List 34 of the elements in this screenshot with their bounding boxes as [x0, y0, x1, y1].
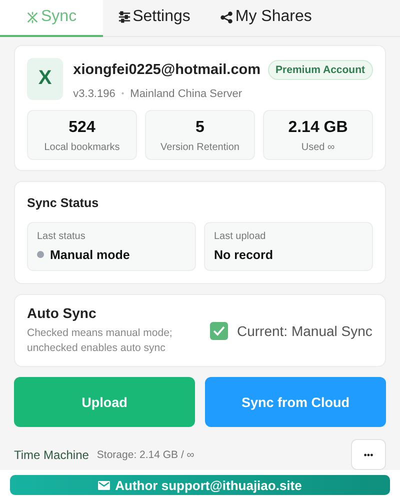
separator-dot: •	[121, 89, 124, 98]
sync-button[interactable]: Sync from Cloud	[205, 377, 386, 427]
upload-button[interactable]: Upload	[14, 377, 195, 427]
share-icon	[220, 10, 234, 24]
avatar: X	[27, 58, 64, 100]
author-link[interactable]: Author support@ithuajiao.site	[10, 475, 390, 495]
version-text: v3.3.196	[73, 88, 116, 100]
stat-value: 5	[196, 118, 204, 136]
account-email: xiongfei0225@hotmail.com	[73, 62, 261, 78]
status-value: Manual mode	[50, 248, 130, 262]
section-title: Sync Status	[27, 196, 99, 210]
status-label: Last upload	[214, 230, 267, 242]
server-text: Mainland China Server	[130, 88, 242, 100]
stat-value: 2.14 GB	[288, 118, 348, 136]
tab[interactable]: Settings	[102, 0, 206, 36]
storage-text: Storage: 2.14 GB / ∞	[96, 448, 196, 460]
sliders-icon	[118, 11, 131, 24]
time-machine-title: Time Machine	[14, 448, 89, 462]
status-value: No record	[214, 248, 274, 262]
stat-label: Used ∞	[301, 142, 335, 152]
stat-label: Version Retention	[160, 142, 240, 152]
mail-icon	[98, 480, 110, 490]
more-button[interactable]: •••	[351, 439, 386, 470]
sparkle-icon	[26, 10, 39, 24]
status-label: Last status	[37, 230, 86, 242]
tab[interactable]: My Shares	[205, 0, 327, 36]
stat-label: Local bookmarks	[44, 142, 120, 152]
checkbox-label: Current: Manual Sync	[237, 322, 372, 339]
section-title: Auto Sync	[27, 304, 96, 320]
checkbox[interactable]	[210, 322, 228, 340]
stat-value: 524	[68, 118, 96, 136]
tab[interactable]: Sync	[0, 0, 103, 36]
auto-sync-description: Checked means manual mode; unchecked enables auto sync	[27, 326, 174, 356]
account-badge: Premium Account	[268, 60, 373, 80]
